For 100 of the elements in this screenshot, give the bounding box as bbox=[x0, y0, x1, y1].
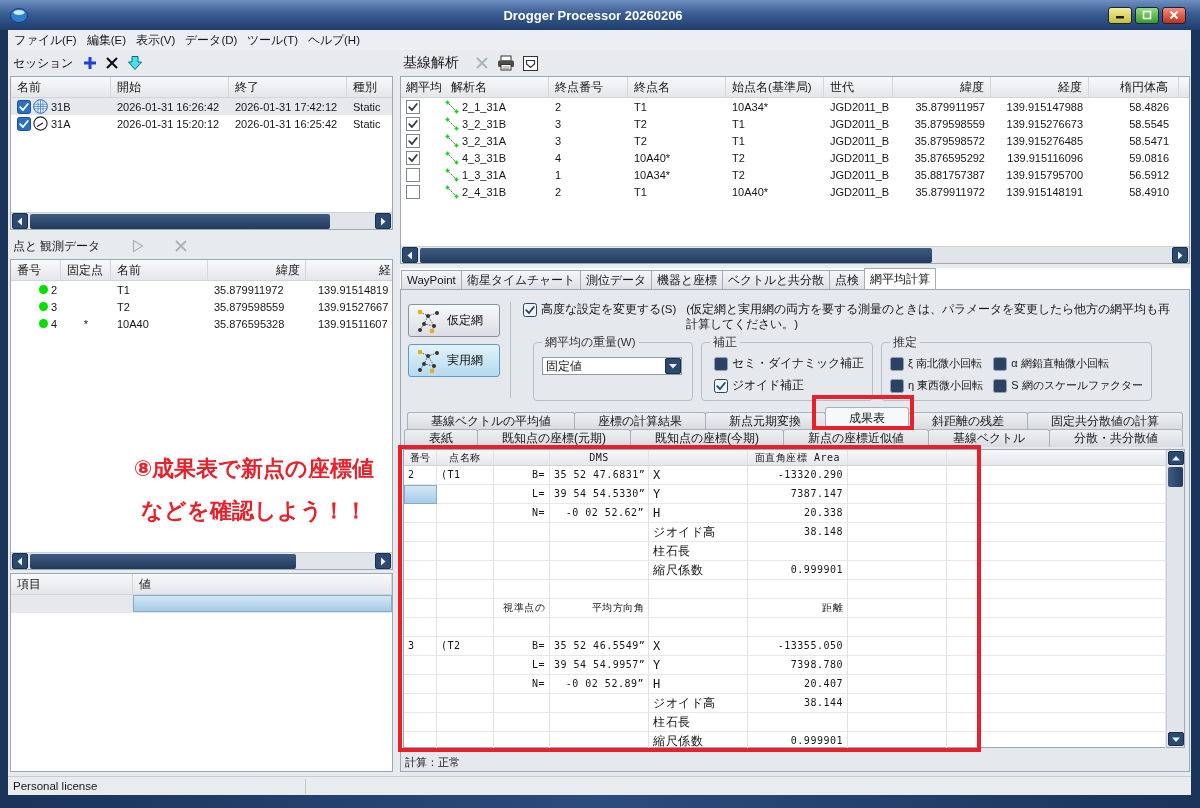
status-text: 計算：正常 bbox=[405, 755, 461, 770]
checkbox[interactable] bbox=[406, 116, 420, 131]
checkbox[interactable] bbox=[993, 356, 1008, 371]
column-header: 番号 bbox=[404, 450, 437, 465]
tab[interactable]: 座標の計算結果 bbox=[574, 412, 707, 429]
checkbox[interactable] bbox=[406, 99, 420, 114]
table-row[interactable]: 縮尺係数 0.999901 bbox=[404, 732, 1166, 751]
maximize-button[interactable] bbox=[1135, 6, 1159, 24]
table-cell-text: T1 bbox=[731, 116, 746, 132]
checkbox[interactable] bbox=[714, 356, 728, 371]
table-cell-text: 10A34* bbox=[731, 99, 770, 115]
checkbox[interactable] bbox=[714, 378, 728, 393]
column-header: 緯度 bbox=[893, 77, 991, 97]
table-row[interactable]: 縮尺係数 0.999901 bbox=[404, 561, 1166, 580]
network-mode-button[interactable]: 仮定網 bbox=[408, 304, 500, 337]
group-title: 網平均の重量(W) bbox=[544, 335, 637, 350]
table-row[interactable]: 2 (T1 B= 35 52 47.6831” X -13320.290 bbox=[404, 466, 1166, 485]
caret-right-icon[interactable] bbox=[375, 213, 391, 229]
table-cell-text: 139.915116096 bbox=[1006, 150, 1084, 166]
table-row[interactable]: 3 (T2 B= 35 52 46.5549” X -13355.050 bbox=[404, 637, 1166, 656]
horizontal-scrollbar[interactable] bbox=[11, 212, 392, 229]
caret-left-icon[interactable] bbox=[12, 553, 28, 569]
table-row[interactable]: 視準点の 平均方向角 距離 bbox=[404, 599, 1166, 618]
menu-item[interactable]: 表示(V) bbox=[131, 32, 181, 48]
caret-right-icon[interactable] bbox=[375, 553, 391, 569]
checkbox[interactable] bbox=[993, 378, 1008, 393]
column-header: 経 bbox=[306, 260, 392, 280]
vertical-scrollbar[interactable] bbox=[1166, 450, 1184, 747]
network-mode-button[interactable]: 実用網 bbox=[408, 344, 500, 377]
table-cell-text: 58.4910 bbox=[1128, 184, 1170, 200]
tab[interactable]: 網平均計算 bbox=[863, 268, 936, 289]
horizontal-scrollbar[interactable] bbox=[401, 246, 1189, 263]
tab[interactable]: 機器と座標 bbox=[650, 270, 723, 289]
scrollbar-thumb[interactable] bbox=[30, 553, 296, 569]
menu-item[interactable]: ツール(T) bbox=[242, 32, 304, 48]
column-header: 解析名 bbox=[445, 77, 549, 97]
plus-icon[interactable] bbox=[83, 56, 97, 70]
table-cell: 3_2_31A bbox=[462, 134, 507, 147]
caret-up-icon[interactable] bbox=[1167, 451, 1184, 465]
caret-right-icon[interactable] bbox=[1172, 247, 1188, 263]
checkbox[interactable] bbox=[406, 133, 420, 148]
tab[interactable]: 斜距離の残差 bbox=[907, 412, 1028, 429]
tab[interactable]: 新点元期変換 bbox=[705, 412, 826, 429]
table-cell-text: T1 bbox=[633, 99, 648, 115]
checkbox[interactable] bbox=[406, 184, 420, 199]
weight-dropdown[interactable]: 固定値 bbox=[542, 357, 682, 375]
table-row[interactable]: L= 39 54 54.5330” Y 7387.147 bbox=[404, 485, 1166, 504]
minimize-button[interactable] bbox=[1108, 6, 1132, 24]
tab[interactable]: ベクトルと共分散 bbox=[721, 270, 830, 289]
table-row[interactable]: 柱石長 bbox=[404, 542, 1166, 561]
table-cell-text: 35.879598559 bbox=[213, 299, 286, 315]
tab[interactable]: 基線ベクトルの平均値 bbox=[407, 412, 576, 429]
check-square-icon[interactable] bbox=[523, 55, 538, 71]
close-icon[interactable] bbox=[105, 56, 119, 70]
tab[interactable]: 点検 bbox=[828, 270, 865, 289]
checkbox[interactable] bbox=[890, 378, 904, 393]
scrollbar-thumb[interactable] bbox=[30, 213, 330, 229]
checkbox[interactable] bbox=[406, 150, 420, 165]
tab[interactable]: 衛星タイムチャート bbox=[460, 270, 581, 289]
checkbox-label: α 網鉛直軸微小回転 bbox=[1011, 356, 1109, 371]
menu-item[interactable]: データ(D) bbox=[180, 32, 243, 48]
tab[interactable]: 基線ベクトル bbox=[928, 429, 1050, 447]
menu-item[interactable]: ファイル(F) bbox=[9, 32, 82, 48]
tab[interactable]: 成果表 bbox=[824, 407, 909, 429]
column-header: 開始 bbox=[111, 77, 229, 97]
checkbox-label: 高度な設定を変更する(S) bbox=[541, 302, 677, 317]
table-row[interactable]: 31A 2026-01-31 15:20:12 2026-01-31 16:25:42 Static bbox=[11, 115, 392, 132]
table-cell: 31A bbox=[51, 117, 71, 130]
table-cell: 1_3_31A bbox=[462, 168, 507, 181]
table-cell: (T2 bbox=[437, 637, 494, 656]
caret-left-icon[interactable] bbox=[12, 213, 28, 229]
printer-icon[interactable] bbox=[497, 55, 515, 71]
table-row[interactable]: ジオイド高 38.144 bbox=[404, 694, 1166, 713]
checkbox[interactable] bbox=[406, 167, 420, 182]
tab[interactable]: 測位データ bbox=[579, 270, 652, 289]
table-row[interactable]: N= -0 02 52.62” H 20.338 bbox=[404, 504, 1166, 523]
checkbox[interactable] bbox=[17, 99, 31, 114]
table-row[interactable]: ジオイド高 38.148 bbox=[404, 523, 1166, 542]
menu-item[interactable]: ヘルプ(H) bbox=[303, 32, 365, 48]
checkbox[interactable] bbox=[890, 356, 904, 371]
horizontal-scrollbar[interactable] bbox=[11, 552, 392, 569]
tab[interactable]: WayPoint bbox=[401, 270, 462, 289]
checkbox[interactable] bbox=[17, 116, 31, 131]
tab[interactable]: 分散・共分散値 bbox=[1049, 429, 1183, 447]
menu-item[interactable]: 編集(E) bbox=[81, 32, 132, 48]
scrollbar-thumb[interactable] bbox=[420, 247, 932, 263]
table-cell-text: 1 bbox=[554, 167, 563, 183]
tab[interactable]: 固定共分散値の計算 bbox=[1026, 412, 1184, 429]
table-row[interactable]: N= -0 02 52.89” H 20.407 bbox=[404, 675, 1166, 694]
close-button[interactable] bbox=[1162, 6, 1186, 24]
table-row[interactable]: 柱石長 bbox=[404, 713, 1166, 732]
checkbox[interactable] bbox=[523, 303, 537, 317]
down-arrow-icon[interactable] bbox=[127, 55, 143, 71]
table-row[interactable]: L= 39 54 54.9957” Y 7398.780 bbox=[404, 656, 1166, 675]
scrollbar-thumb[interactable] bbox=[1168, 467, 1183, 487]
caret-down-icon[interactable] bbox=[1167, 732, 1184, 746]
column-header: 固定点 bbox=[61, 260, 111, 280]
table-cell: B= bbox=[494, 637, 550, 656]
table-row[interactable]: 31B 2026-01-31 16:26:42 2026-01-31 17:42:12 Static bbox=[11, 98, 392, 115]
caret-left-icon[interactable] bbox=[402, 247, 418, 263]
